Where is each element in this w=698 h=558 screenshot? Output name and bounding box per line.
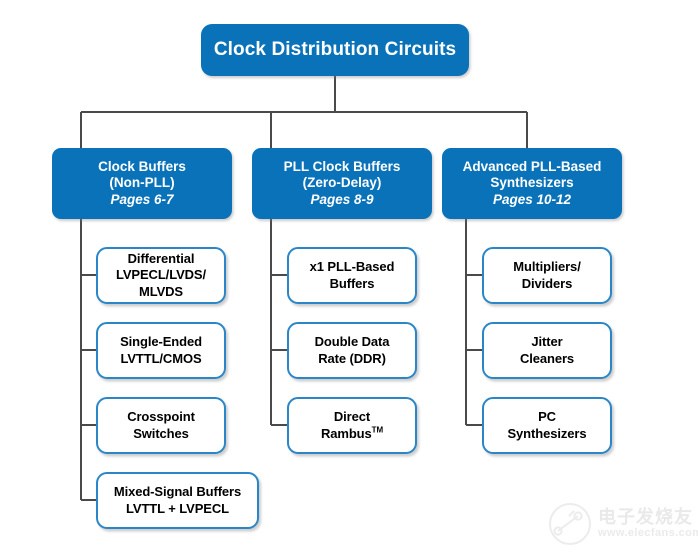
elecfans-logo-icon — [549, 503, 591, 545]
node-branch-clock-buffers[interactable]: Clock Buffers (Non-PLL) Pages 6-7 — [52, 148, 232, 219]
node-leaf-label-line2-wrap: RambusTM — [321, 426, 383, 442]
node-branch-label-line2: (Zero-Delay) — [302, 175, 382, 191]
node-leaf-label-line1: x1 PLL-Based — [309, 259, 395, 275]
node-branch-label-line1: Clock Buffers — [98, 158, 186, 174]
node-root[interactable]: Clock Distribution Circuits — [201, 24, 469, 76]
node-leaf-differential[interactable]: Differential LVPECL/LVDS/ MLVDS — [96, 247, 226, 304]
node-leaf-label-line1: Differential — [127, 251, 195, 267]
node-leaf-jitter-cleaners[interactable]: Jitter Cleaners — [482, 322, 612, 379]
trademark-superscript: TM — [371, 425, 384, 435]
node-leaf-single-ended[interactable]: Single-Ended LVTTL/CMOS — [96, 322, 226, 379]
node-branch-pages: Pages 10-12 — [492, 191, 572, 207]
node-leaf-label-line2: LVTTL/CMOS — [120, 350, 202, 366]
node-leaf-x1-pll-based-buffers[interactable]: x1 PLL-Based Buffers — [287, 247, 417, 304]
node-leaf-label-line2: Synthesizers — [507, 425, 587, 441]
node-leaf-label-line1: Direct — [333, 409, 371, 425]
node-leaf-label-line2: Switches — [133, 425, 189, 441]
watermark-url: www.elecfans.com — [598, 527, 698, 539]
node-leaf-label-line3: MLVDS — [138, 283, 184, 299]
node-leaf-label-line2: Dividers — [521, 275, 573, 291]
node-leaf-crosspoint-switches[interactable]: Crosspoint Switches — [96, 397, 226, 454]
node-leaf-label-line1: PC — [538, 409, 556, 425]
node-leaf-label-line1: Double Data — [314, 334, 390, 350]
node-branch-pages: Pages 8-9 — [310, 191, 374, 207]
node-leaf-label-line1: Crosspoint — [127, 409, 195, 425]
node-leaf-label-line1: Single-Ended — [120, 334, 202, 350]
node-leaf-label-line2: Rate (DDR) — [318, 350, 386, 366]
node-leaf-label-line2: Cleaners — [519, 350, 575, 366]
node-branch-pages: Pages 6-7 — [110, 191, 174, 207]
node-branch-label-line2: Synthesizers — [490, 175, 574, 191]
node-branch-pll-clock-buffers[interactable]: PLL Clock Buffers (Zero-Delay) Pages 8-9 — [252, 148, 432, 219]
node-leaf-double-data-rate[interactable]: Double Data Rate (DDR) — [287, 322, 417, 379]
node-leaf-label-line2: Rambus — [320, 425, 372, 441]
node-branch-label-line1: Advanced PLL-Based — [462, 158, 602, 174]
node-leaf-label-line1: Multipliers/ — [513, 259, 581, 275]
node-leaf-label-line2: Buffers — [329, 275, 375, 291]
clock-distribution-diagram: Clock Distribution Circuits Clock Buffer… — [0, 0, 698, 558]
node-leaf-pc-synthesizers[interactable]: PC Synthesizers — [482, 397, 612, 454]
node-root-label: Clock Distribution Circuits — [213, 39, 457, 61]
watermark-chinese-text: 电子发烧友 — [598, 507, 693, 528]
node-leaf-label-line1: Mixed-Signal Buffers — [113, 484, 242, 500]
node-leaf-label-line2: LVPECL/LVDS/ — [115, 267, 207, 283]
watermark: 电子发烧友 www.elecfans.com — [548, 500, 698, 552]
node-branch-label-line1: PLL Clock Buffers — [283, 158, 401, 174]
node-leaf-mixed-signal-buffers[interactable]: Mixed-Signal Buffers LVTTL + LVPECL — [96, 472, 259, 529]
node-leaf-label-line1: Jitter — [531, 334, 563, 350]
node-leaf-direct-rambus[interactable]: Direct RambusTM — [287, 397, 417, 454]
node-leaf-multipliers-dividers[interactable]: Multipliers/ Dividers — [482, 247, 612, 304]
node-branch-advanced-pll-synthesizers[interactable]: Advanced PLL-Based Synthesizers Pages 10… — [442, 148, 622, 219]
node-leaf-label-line2: LVTTL + LVPECL — [126, 500, 229, 516]
node-branch-label-line2: (Non-PLL) — [109, 175, 175, 191]
